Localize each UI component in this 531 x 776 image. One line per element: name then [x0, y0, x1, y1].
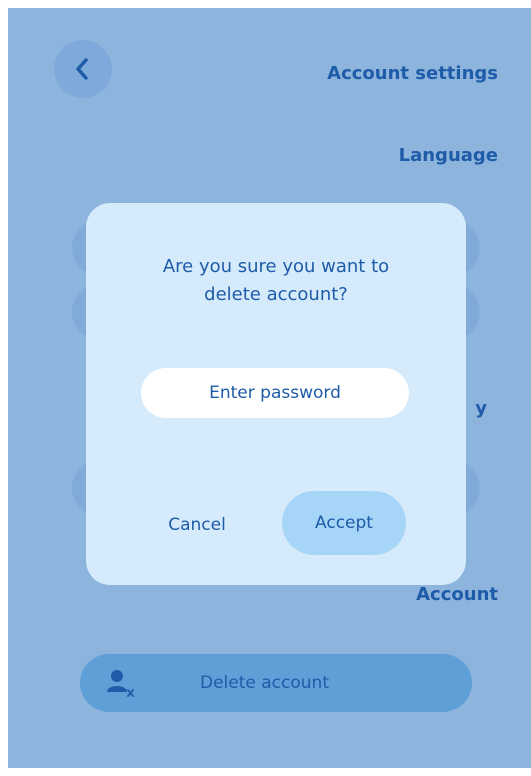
delete-account-dialog: Are you sure you want to delete account?… [86, 203, 466, 585]
back-button[interactable] [54, 40, 112, 98]
accept-button[interactable]: Accept [282, 491, 406, 555]
user-remove-icon [107, 670, 134, 697]
delete-account-button[interactable]: Delete account [80, 654, 472, 712]
chevron-left-icon [76, 58, 88, 80]
cancel-button[interactable]: Cancel [152, 503, 242, 547]
section-title-partial: y [475, 398, 487, 419]
page-title: Account settings [327, 63, 498, 84]
settings-screen: Account settings Language y Account Dele… [8, 8, 531, 768]
dialog-message: Are you sure you want to delete account? [162, 256, 390, 305]
section-title-language: Language [398, 145, 498, 166]
password-input[interactable] [141, 368, 409, 418]
delete-account-label: Delete account [200, 673, 329, 693]
section-title-account: Account [416, 584, 498, 605]
